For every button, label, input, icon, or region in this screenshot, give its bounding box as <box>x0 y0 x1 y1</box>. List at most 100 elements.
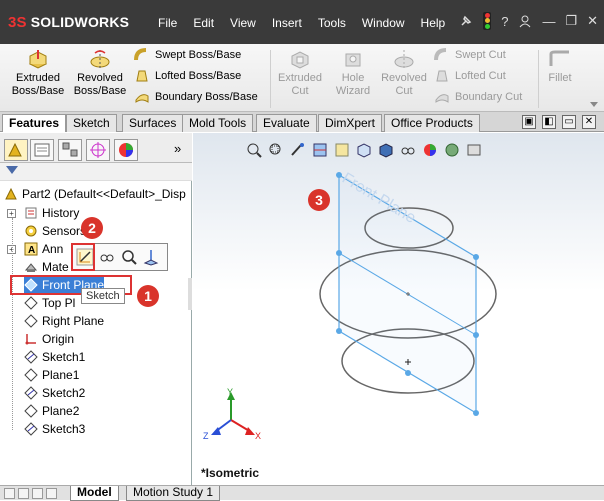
tree-item-label: Ann <box>42 242 64 256</box>
swept-cut-button[interactable]: Swept Cut <box>434 48 506 62</box>
extruded-boss-button[interactable]: Extruded Boss/Base <box>8 48 68 98</box>
filter-icon[interactable] <box>6 166 18 174</box>
lofted-boss-label: Lofted Boss/Base <box>155 70 242 82</box>
tree-item-sketch2[interactable]: Sketch2 <box>24 384 85 402</box>
tree-item-label: Sketch3 <box>42 422 86 436</box>
zoom-to-selection-icon[interactable] <box>120 248 138 266</box>
menu-insert[interactable]: Insert <box>264 14 310 32</box>
normal-to-icon[interactable] <box>142 248 160 266</box>
menu-window[interactable]: Window <box>354 14 413 32</box>
boundary-boss-button[interactable]: Boundary Boss/Base <box>134 90 258 104</box>
tab-evaluate[interactable]: Evaluate <box>256 114 317 132</box>
tab-model[interactable]: Model <box>70 486 119 501</box>
close-icon[interactable]: ✕ <box>587 13 598 29</box>
sensors-icon <box>25 225 37 237</box>
tree-item-material[interactable]: Mate <box>24 258 69 276</box>
app-name: SOLIDWORKS <box>30 14 130 30</box>
boundary-cut-icon <box>435 94 449 103</box>
hole-wizard-icon <box>345 53 361 67</box>
boundary-boss-icon <box>135 94 149 103</box>
tab-motion-study-1[interactable]: Motion Study 1 <box>126 486 221 501</box>
view-orientation-label: *Isometric <box>201 466 260 480</box>
fillet-button[interactable]: Fillet <box>544 48 576 85</box>
hide-show-icon[interactable] <box>98 248 116 266</box>
expand-panels-icon[interactable]: » <box>174 141 181 156</box>
minimize-icon[interactable]: — <box>542 14 555 29</box>
panel-tabs: » <box>0 133 192 163</box>
revolved-boss-label-1: Revolved <box>77 72 123 84</box>
nav-last-icon[interactable] <box>46 488 57 499</box>
feature-tree-tab-icon[interactable] <box>4 139 28 161</box>
revolved-cut-button[interactable]: Revolved Cut <box>378 48 430 98</box>
dimxpert-tab-icon[interactable] <box>86 139 110 161</box>
swept-boss-label: Swept Boss/Base <box>155 49 242 61</box>
filter-bar <box>0 163 192 181</box>
property-manager-tab-icon[interactable] <box>30 139 54 161</box>
lofted-boss-button[interactable]: Lofted Boss/Base <box>134 69 241 83</box>
tree-item-sensors[interactable]: Sensors <box>24 222 86 240</box>
tab-office-products[interactable]: Office Products <box>384 114 480 132</box>
tree-item-top-plane[interactable]: Top Pl <box>24 294 75 312</box>
split-icon[interactable]: ◧ <box>542 115 556 129</box>
nav-first-icon[interactable] <box>4 488 15 499</box>
revolved-boss-button[interactable]: Revolved Boss/Base <box>72 48 128 98</box>
tab-mold-tools[interactable]: Mold Tools <box>182 114 254 132</box>
plane-icon <box>24 314 38 328</box>
restore-icon[interactable]: ❐ <box>565 13 577 29</box>
boundary-cut-label: Boundary Cut <box>455 91 523 103</box>
expand-history-icon[interactable]: + <box>7 209 16 218</box>
ribbon-dropdown-icon[interactable] <box>590 102 598 108</box>
configuration-tab-icon[interactable] <box>58 139 82 161</box>
nav-next-icon[interactable] <box>32 488 43 499</box>
tree-connector <box>12 218 13 430</box>
tree-item-sketch3[interactable]: Sketch3 <box>24 420 85 438</box>
menu-file[interactable]: File <box>150 14 185 32</box>
tree-item-sketch1[interactable]: Sketch1 <box>24 348 85 366</box>
menu-help[interactable]: Help <box>413 14 454 32</box>
tree-root[interactable]: Part2 (Default<<Default>_Disp <box>4 185 186 203</box>
pushpin-icon[interactable] <box>459 14 473 28</box>
nav-prev-icon[interactable] <box>18 488 29 499</box>
hole-wizard-button[interactable]: Hole Wizard <box>328 48 378 98</box>
lofted-cut-button[interactable]: Lofted Cut <box>434 69 506 83</box>
boundary-cut-button[interactable]: Boundary Cut <box>434 90 522 104</box>
tree-item-right-plane[interactable]: Right Plane <box>24 312 104 330</box>
close-doc-icon[interactable]: ✕ <box>582 115 596 129</box>
tree-item-history[interactable]: History <box>24 204 79 222</box>
extrude-boss-icon <box>28 50 48 69</box>
graphics-area[interactable]: Front Plane Y X Z 3 *Isometric <box>193 133 604 485</box>
revolved-boss-label-2: Boss/Base <box>73 85 127 97</box>
tree-item-origin[interactable]: Origin <box>24 330 74 348</box>
tree-item-annotations[interactable]: A Ann <box>24 240 63 258</box>
plane-icon <box>24 368 38 382</box>
swept-boss-icon <box>134 48 147 61</box>
tab-surfaces[interactable]: Surfaces <box>122 114 184 132</box>
sketch-icon <box>24 422 38 436</box>
hole-wizard-label-1: Hole <box>341 72 365 84</box>
tab-dimxpert[interactable]: DimXpert <box>318 114 383 132</box>
menu-edit[interactable]: Edit <box>185 14 222 32</box>
tile-icon[interactable]: ▣ <box>522 115 536 129</box>
tree-item-label: History <box>42 206 80 220</box>
step-badge-2: 2 <box>81 217 103 239</box>
menu-view[interactable]: View <box>222 14 264 32</box>
swept-boss-button[interactable]: Swept Boss/Base <box>134 48 241 62</box>
tab-sketch[interactable]: Sketch <box>66 114 117 132</box>
lofted-boss-icon <box>136 70 148 82</box>
tree-item-label: Mate <box>42 260 69 274</box>
menu-tools[interactable]: Tools <box>310 14 354 32</box>
traffic-light-icon[interactable] <box>483 12 492 30</box>
tree-item-plane1[interactable]: Plane1 <box>24 366 79 384</box>
tree-item-label: Sketch1 <box>42 350 86 364</box>
tab-features[interactable]: Features <box>2 114 67 132</box>
panel-collapse-handle[interactable] <box>188 278 192 310</box>
user-icon[interactable] <box>518 14 532 28</box>
maximize-icon[interactable]: ▭ <box>562 115 576 129</box>
display-manager-tab-icon[interactable] <box>114 139 138 161</box>
tree-item-plane2[interactable]: Plane2 <box>24 402 79 420</box>
help-icon[interactable]: ? <box>501 14 508 29</box>
extruded-cut-button[interactable]: Extruded Cut <box>274 48 326 98</box>
solidworks-logo[interactable]: 3S SOLIDWORKS <box>8 10 129 34</box>
tree-item-label: Plane1 <box>42 368 80 382</box>
fillet-icon <box>549 50 569 66</box>
